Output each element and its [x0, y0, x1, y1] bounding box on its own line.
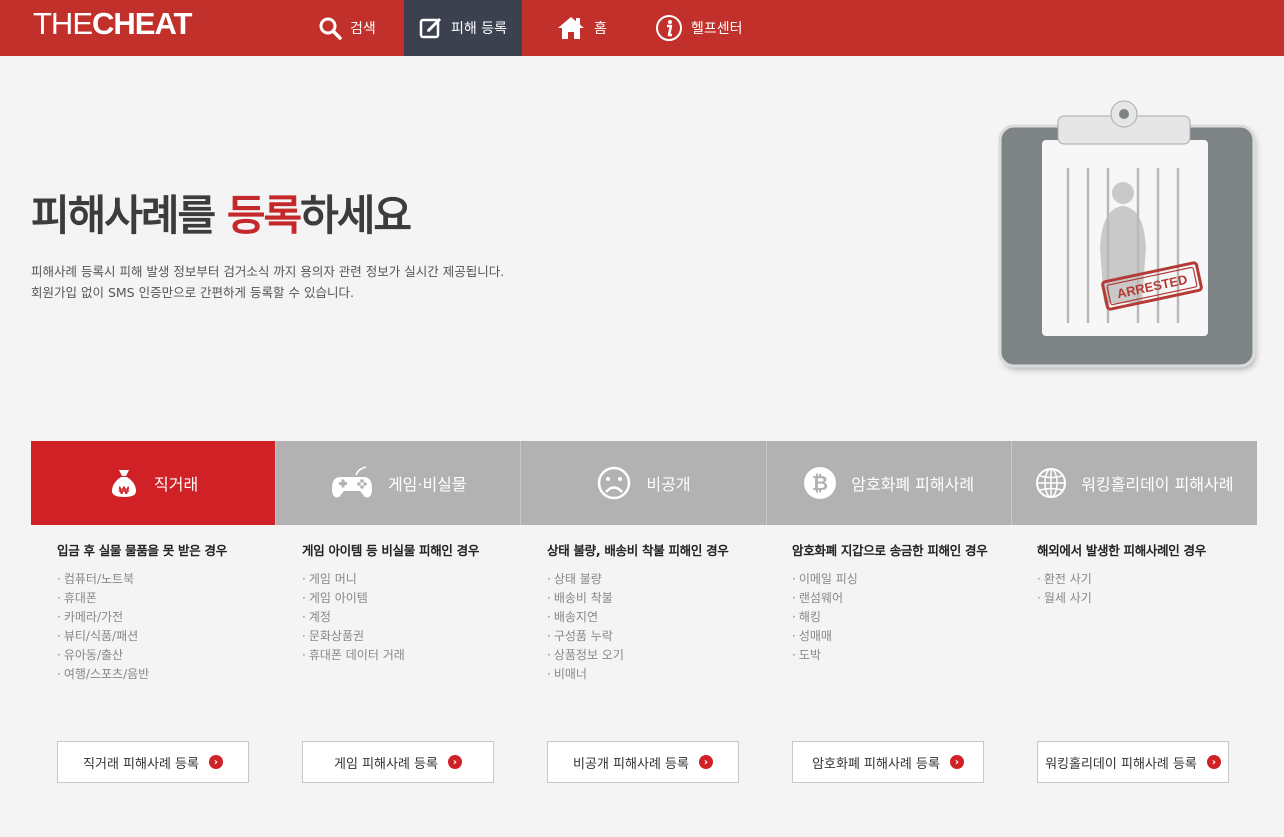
register-private-button[interactable]: 비공개 피해사례 등록 › [547, 741, 739, 783]
list-item: 컴퓨터/노트북 [57, 570, 272, 589]
list-item: 도박 [792, 646, 1007, 665]
list-item: 유아동/출산 [57, 646, 272, 665]
search-icon [319, 17, 342, 40]
list-item: 구성품 누락 [547, 627, 762, 646]
nav-help-center[interactable]: 헬프센터 [655, 0, 743, 56]
register-direct-trade-button[interactable]: 직거래 피해사례 등록 › [57, 741, 249, 783]
home-icon [558, 17, 584, 39]
list-item: 휴대폰 데이터 거래 [302, 646, 517, 665]
list-item: 배송비 착불 [547, 589, 762, 608]
list-item: 랜섬웨어 [792, 589, 1007, 608]
tab-direct-trade[interactable]: ₩ 직거래 [31, 441, 277, 525]
nav-home[interactable]: 홈 [556, 0, 607, 56]
column-cryptocurrency: 암호화폐 지갑으로 송금한 피해인 경우 이메일 피싱 랜섬웨어 해킹 성매매 … [792, 543, 1007, 665]
list-item: 게임 아이템 [302, 589, 517, 608]
list-item: 배송지연 [547, 608, 762, 627]
list-item: 이메일 피싱 [792, 570, 1007, 589]
list-item: 상품정보 오기 [547, 646, 762, 665]
register-working-holiday-button[interactable]: 워킹홀리데이 피해사례 등록 › [1037, 741, 1229, 783]
column-private: 상태 불량, 배송비 착불 피해인 경우 상태 불량 배송비 착불 배송지연 구… [547, 543, 762, 684]
page-description: 피해사례 등록시 피해 발생 정보부터 검거소식 까지 용의자 관련 정보가 실… [31, 264, 505, 300]
column-heading: 암호화폐 지갑으로 송금한 피해인 경우 [792, 543, 988, 558]
gamepad-icon [331, 466, 372, 498]
chevron-right-icon: › [698, 755, 713, 769]
top-nav-bar: THECHEAT 검색 피해 등록 홈 헬프센터 [0, 0, 1284, 56]
money-bag-icon: ₩ [112, 470, 136, 497]
list-item: 환전 사기 [1037, 570, 1252, 589]
chevron-right-icon: › [208, 755, 223, 769]
list-item: 상태 불량 [547, 570, 762, 589]
column-working-holiday: 해외에서 발생한 피해사례인 경우 환전 사기 월세 사기 [1037, 543, 1252, 608]
column-direct-trade: 입금 후 실물 물품을 못 받은 경우 컴퓨터/노트북 휴대폰 카메라/가전 뷰… [57, 543, 272, 684]
list-item: 해킹 [792, 608, 1007, 627]
list-item: 비매너 [547, 665, 762, 684]
tab-working-holiday[interactable]: 워킹홀리데이 피해사례 [1011, 441, 1257, 525]
register-game-button[interactable]: 게임 피해사례 등록 › [302, 741, 494, 783]
svg-text:₿: ₿ [812, 473, 828, 495]
arrested-clipboard-illustration: ARRESTED [996, 98, 1261, 380]
list-item: 여행/스포츠/음반 [57, 665, 272, 684]
list-item: 성매매 [792, 627, 1007, 646]
column-heading: 게임 아이템 등 비실물 피해인 경우 [302, 543, 480, 558]
chevron-right-icon: › [949, 755, 964, 769]
column-heading: 해외에서 발생한 피해사례인 경우 [1037, 543, 1206, 558]
list-item: 카메라/가전 [57, 608, 272, 627]
chevron-right-icon: › [447, 755, 462, 769]
chevron-right-icon: › [1206, 755, 1221, 769]
column-heading: 상태 불량, 배송비 착불 피해인 경우 [547, 543, 729, 558]
page-title: 피해사례를 등록하세요 [31, 191, 412, 240]
tab-game-nonphysical[interactable]: 게임·비실물 [276, 441, 522, 525]
list-item: 뷰티/식품/패션 [57, 627, 272, 646]
list-item: 계정 [302, 608, 517, 627]
category-list: 상태 불량 배송비 착불 배송지연 구성품 누락 상품정보 오기 비매너 [547, 570, 762, 684]
damage-category-tabs: ₩ 직거래 게임·비실물 비공개 ₿ 암호화폐 피해사례 워킹홀리데이 피해사례 [31, 441, 1257, 525]
tab-cryptocurrency[interactable]: ₿ 암호화폐 피해사례 [766, 441, 1012, 525]
globe-icon [1036, 468, 1067, 498]
list-item: 게임 머니 [302, 570, 517, 589]
category-list: 환전 사기 월세 사기 [1037, 570, 1252, 608]
info-icon [656, 15, 682, 41]
column-heading: 입금 후 실물 물품을 못 받은 경우 [57, 543, 227, 558]
nav-report-damage[interactable]: 피해 등록 [404, 0, 522, 56]
site-logo[interactable]: THECHEAT [33, 6, 192, 42]
list-item: 문화상품권 [302, 627, 517, 646]
column-game: 게임 아이템 등 비실물 피해인 경우 게임 머니 게임 아이템 계정 문화상품… [302, 543, 517, 665]
edit-icon [419, 17, 442, 39]
category-list: 게임 머니 게임 아이템 계정 문화상품권 휴대폰 데이터 거래 [302, 570, 517, 665]
list-item: 월세 사기 [1037, 589, 1252, 608]
bitcoin-icon: ₿ [804, 467, 837, 499]
tab-private[interactable]: 비공개 [521, 441, 767, 525]
frown-face-icon [598, 466, 631, 500]
category-list: 컴퓨터/노트북 휴대폰 카메라/가전 뷰티/식품/패션 유아동/출산 여행/스포… [57, 570, 272, 684]
list-item: 휴대폰 [57, 589, 272, 608]
register-cryptocurrency-button[interactable]: 암호화폐 피해사례 등록 › [792, 741, 984, 783]
category-list: 이메일 피싱 랜섬웨어 해킹 성매매 도박 [792, 570, 1007, 665]
svg-text:₩: ₩ [119, 485, 130, 497]
nav-search[interactable]: 검색 [318, 0, 376, 56]
